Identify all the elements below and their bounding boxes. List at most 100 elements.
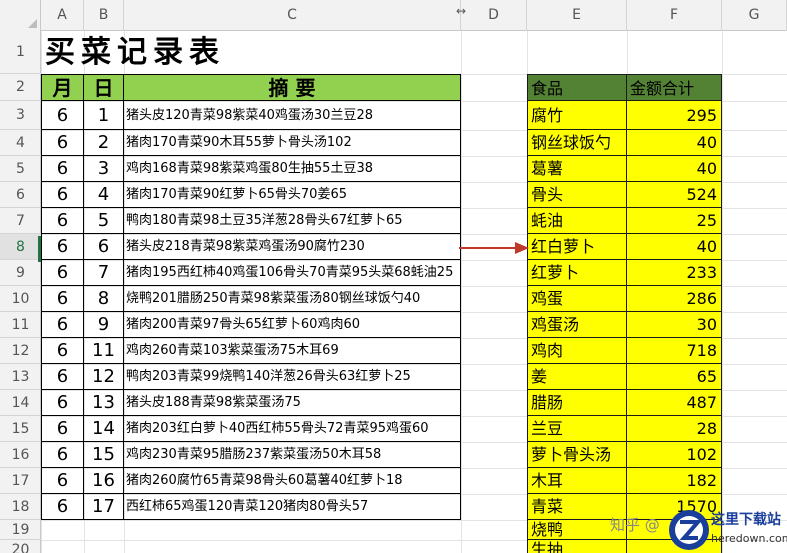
row-header-7[interactable]: 7 [0, 208, 41, 234]
header-summary-cell[interactable]: 摘 要 [124, 74, 461, 101]
month-cell[interactable]: 6 [41, 130, 84, 156]
summary-cell[interactable]: 猪头皮188青菜98紫菜蛋汤75 [124, 390, 461, 416]
summary-amount-cell[interactable]: 40 [627, 234, 722, 260]
row-header-17[interactable]: 17 [0, 468, 41, 494]
day-cell[interactable]: 4 [84, 182, 124, 208]
summary-amount-cell[interactable]: 182 [627, 468, 722, 494]
month-cell[interactable]: 6 [41, 182, 84, 208]
day-cell[interactable]: 16 [84, 468, 124, 494]
day-cell[interactable]: 13 [84, 390, 124, 416]
summary-cell[interactable]: 猪肉170青菜90红萝卜65骨头70姜65 [124, 182, 461, 208]
summary-cell[interactable]: 猪肉260腐竹65青菜98骨头60葛薯40红萝卜18 [124, 468, 461, 494]
summary-amount-cell[interactable]: 487 [627, 390, 722, 416]
summary-cell[interactable]: 鸭肉180青菜98土豆35洋葱28骨头67红萝卜65 [124, 208, 461, 234]
row-header-11[interactable]: 11 [0, 312, 41, 338]
summary-food-cell[interactable]: 姜 [527, 364, 627, 390]
summary-amount-cell[interactable]: 30 [627, 312, 722, 338]
row-header-9[interactable]: 9 [0, 260, 41, 286]
month-cell[interactable]: 6 [41, 494, 84, 520]
month-cell[interactable]: 6 [41, 156, 84, 182]
column-header-f[interactable]: F [627, 0, 722, 31]
month-cell[interactable]: 6 [41, 312, 84, 338]
summary-food-cell[interactable]: 萝卜骨头汤 [527, 442, 627, 468]
summary-amount-cell[interactable]: 40 [627, 156, 722, 182]
month-cell[interactable]: 6 [41, 468, 84, 494]
row-header-8[interactable]: 8 [0, 234, 41, 260]
sheet-title[interactable]: 买菜记录表 [45, 33, 225, 71]
row-header-2[interactable]: 2 [0, 74, 41, 101]
column-header-g[interactable]: G [722, 0, 787, 31]
day-cell[interactable]: 1 [84, 101, 124, 130]
summary-amount-cell[interactable]: 102 [627, 442, 722, 468]
summary-amount-cell[interactable]: 233 [627, 260, 722, 286]
row-header-16[interactable]: 16 [0, 442, 41, 468]
column-header-a[interactable]: A [41, 0, 84, 31]
day-cell[interactable]: 3 [84, 156, 124, 182]
day-cell[interactable]: 15 [84, 442, 124, 468]
summary-amount-cell[interactable]: 40 [627, 130, 722, 156]
summary-cell[interactable]: 鸭肉203青菜99烧鸭140洋葱26骨头63红萝卜25 [124, 364, 461, 390]
column-header-c[interactable]: C [124, 0, 461, 31]
day-cell[interactable]: 14 [84, 416, 124, 442]
day-cell[interactable]: 12 [84, 364, 124, 390]
summary-food-cell[interactable]: 骨头 [527, 182, 627, 208]
summary-cell[interactable]: 鸡肉260青菜103紫菜蛋汤75木耳69 [124, 338, 461, 364]
summary-cell[interactable]: 猪肉200青菜97骨头65红萝卜60鸡肉60 [124, 312, 461, 338]
summary-amount-cell[interactable]: 524 [627, 182, 722, 208]
column-resize-icon[interactable]: ↔ [456, 4, 466, 18]
summary-food-cell[interactable]: 鸡肉 [527, 338, 627, 364]
day-cell[interactable]: 11 [84, 338, 124, 364]
summary-cell[interactable]: 猪肉203红白萝卜40西红柿55骨头72青菜95鸡蛋60 [124, 416, 461, 442]
month-cell[interactable]: 6 [41, 286, 84, 312]
summary-amount-cell[interactable]: 65 [627, 364, 722, 390]
summary-amount-cell[interactable]: 25 [627, 208, 722, 234]
row-header-4[interactable]: 4 [0, 130, 41, 156]
day-cell[interactable]: 6 [84, 234, 124, 260]
month-cell[interactable]: 6 [41, 234, 84, 260]
summary-food-cell[interactable]: 钢丝球饭勺 [527, 130, 627, 156]
row-header-14[interactable]: 14 [0, 390, 41, 416]
column-header-e[interactable]: E [527, 0, 627, 31]
day-cell[interactable]: 7 [84, 260, 124, 286]
row-header-12[interactable]: 12 [0, 338, 41, 364]
summary-food-cell[interactable]: 红萝卜 [527, 260, 627, 286]
header-month-cell[interactable]: 月 [41, 74, 84, 101]
summary-amount-cell[interactable]: 28 [627, 416, 722, 442]
select-all-corner[interactable] [0, 0, 41, 31]
month-cell[interactable]: 6 [41, 101, 84, 130]
month-cell[interactable]: 6 [41, 208, 84, 234]
summary-food-cell[interactable]: 鸡蛋汤 [527, 312, 627, 338]
column-header-b[interactable]: B [84, 0, 124, 31]
summary-food-cell[interactable]: 蚝油 [527, 208, 627, 234]
summary-food-cell[interactable]: 木耳 [527, 468, 627, 494]
day-cell[interactable]: 5 [84, 208, 124, 234]
month-cell[interactable]: 6 [41, 364, 84, 390]
summary-food-cell[interactable]: 腐竹 [527, 101, 627, 130]
summary-cell[interactable]: 鸡肉230青菜95腊肠237紫菜蛋汤50木耳58 [124, 442, 461, 468]
row-header-6[interactable]: 6 [0, 182, 41, 208]
day-cell[interactable]: 8 [84, 286, 124, 312]
summary-food-cell[interactable]: 鸡蛋 [527, 286, 627, 312]
summary-amount-cell[interactable]: 718 [627, 338, 722, 364]
row-header-3[interactable]: 3 [0, 101, 41, 130]
month-cell[interactable]: 6 [41, 442, 84, 468]
summary-cell[interactable]: 鸡肉168青菜98紫菜鸡蛋80生抽55土豆38 [124, 156, 461, 182]
month-cell[interactable]: 6 [41, 416, 84, 442]
summary-amount-cell[interactable]: 286 [627, 286, 722, 312]
summary-cell[interactable]: 猪头皮120青菜98紫菜40鸡蛋汤30兰豆28 [124, 101, 461, 130]
summary-cell[interactable]: 烧鸭201腊肠250青菜98紫菜蛋汤80钢丝球饭勺40 [124, 286, 461, 312]
summary-food-cell[interactable]: 葛薯 [527, 156, 627, 182]
row-header-20[interactable]: 20 [0, 540, 41, 553]
header-day-cell[interactable]: 日 [84, 74, 124, 101]
row-header-19[interactable]: 19 [0, 520, 41, 540]
row-header-10[interactable]: 10 [0, 286, 41, 312]
row-header-15[interactable]: 15 [0, 416, 41, 442]
summary-cell[interactable]: 猪头皮218青菜98紫菜鸡蛋汤90腐竹230 [124, 234, 461, 260]
summary-food-cell[interactable]: 红白萝卜 [527, 234, 627, 260]
month-cell[interactable]: 6 [41, 260, 84, 286]
summary-cell[interactable]: 猪肉170青菜90木耳55萝卜骨头汤102 [124, 130, 461, 156]
summary-header-food[interactable]: 食品 [527, 74, 627, 101]
summary-cell[interactable]: 西红柿65鸡蛋120青菜120猪肉80骨头57 [124, 494, 461, 520]
summary-food-cell[interactable]: 腊肠 [527, 390, 627, 416]
row-header-13[interactable]: 13 [0, 364, 41, 390]
